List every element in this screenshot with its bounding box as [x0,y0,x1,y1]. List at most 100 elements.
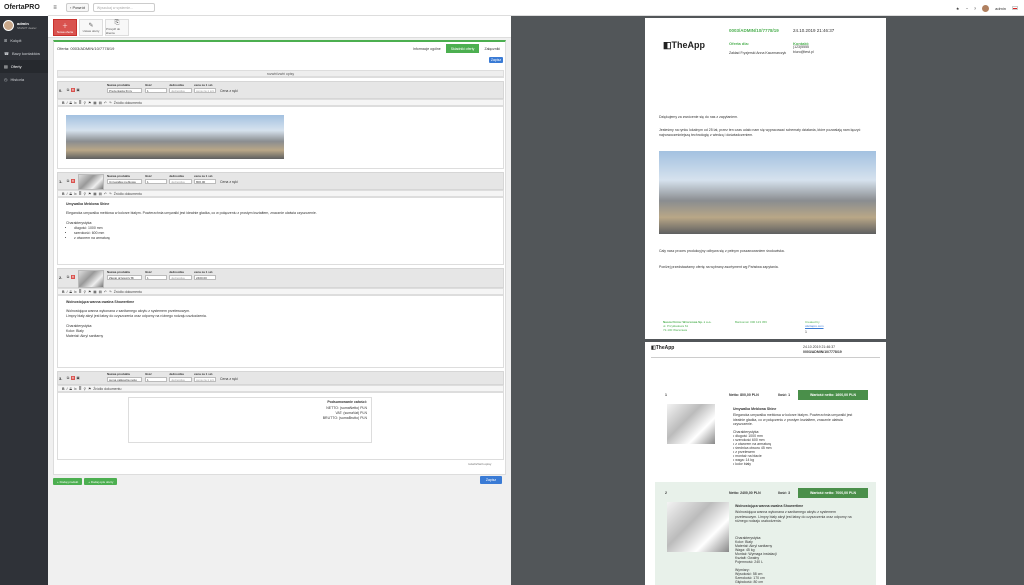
delete-icon[interactable]: ✕ [71,179,75,183]
image-insert-icon[interactable]: ▦ [93,101,96,105]
avatar[interactable] [982,4,990,12]
hand-price-toggle[interactable]: Cena z ręki [220,180,238,184]
table-icon[interactable]: ▤ [99,290,102,294]
back-button[interactable]: ‹ Powrót [66,3,89,12]
flag-icon[interactable]: ⚑ [88,192,91,196]
flag-icon[interactable]: ⚑ [88,290,91,294]
copy-icon[interactable]: ⧉ [66,275,70,279]
hand-price-toggle[interactable]: Cena z ręki [220,89,238,93]
clear-format-icon[interactable]: Ix [74,101,77,105]
link-icon[interactable]: ⚲ [84,387,87,391]
go-to-client-button[interactable]: ⎘ Przejdź do klienta [105,19,129,36]
redo-icon[interactable]: ↷ [109,290,112,294]
set-offers-button[interactable]: ✎ Ustaw oferty [79,19,103,36]
image-insert-icon[interactable]: ▦ [93,290,96,294]
sidebar-item-contacts[interactable]: ☎ Bazy kontaktów [0,47,48,60]
unit-input[interactable]: Jednostka [169,275,192,280]
link-icon[interactable]: ⚲ [84,192,87,196]
product-thumbnail[interactable] [78,174,104,190]
user-name[interactable]: admin [995,6,1006,11]
description-editor[interactable]: Wolnostojąca wanna owalna Showertime Wol… [57,295,504,368]
footer-link[interactable]: ofertapro.com [805,324,824,328]
bold-icon[interactable]: B [62,290,65,294]
delete-icon[interactable]: ✕ [71,88,75,92]
link-icon[interactable]: ⚲ [84,290,87,294]
flag-icon[interactable]: ⚑ [88,101,91,105]
search-input[interactable]: Wyszukaj w systemie... [92,3,155,12]
bell-icon[interactable]: ◔ [965,6,967,11]
redo-icon[interactable]: ↷ [109,192,112,196]
tab-components[interactable]: Składniki oferty [445,44,480,53]
clear-format-icon[interactable]: Ix [74,192,77,196]
pdf-preview-panel[interactable]: 0003/ADMIN/10/7778/19 24.10.2019 21:46:3… [511,16,1024,585]
expand-descriptions-toggle[interactable]: rozwiń/zwiń opisy [58,71,503,77]
bold-icon[interactable]: B [62,387,65,391]
summary-editor[interactable]: Podsumowanie całości: NETTO: (sumaNetto)… [57,392,504,460]
italic-icon[interactable]: I [67,192,68,196]
delete-icon[interactable]: ✕ [71,275,75,279]
product-name-input[interactable]: suma całkowita netto [107,377,142,382]
save-bottom-button[interactable]: Zapisz [480,476,502,484]
sidebar-item-kokpit[interactable]: ⊞ Kokpit [0,34,48,47]
copy-icon[interactable]: ⧉ [66,376,70,380]
strike-icon[interactable]: S [70,192,72,196]
hand-price-toggle[interactable]: Cena z ręki [220,377,238,381]
add-offer-description-button[interactable]: + Dodaj opis oferty [84,478,118,485]
tab-general[interactable]: Informacje ogólne [408,44,446,53]
product-thumbnail[interactable] [78,270,104,288]
redo-icon[interactable]: ↷ [109,101,112,105]
add-product-button[interactable]: + Dodaj produkt [53,478,83,485]
italic-icon[interactable]: I [67,101,68,105]
product-name-input[interactable]: Umywalka meblowa [107,179,142,184]
clear-format-icon[interactable]: Ix [74,387,77,391]
source-button[interactable]: Źródło dokumentu [114,290,142,294]
price-input[interactable]: cena za 1 szt. [194,377,216,382]
new-offer-button[interactable]: ＋ Nowa oferta [53,19,77,36]
clear-format-icon[interactable]: Ix [74,290,77,294]
undo-icon[interactable]: ↶ [104,290,107,294]
copy-icon[interactable]: ⧉ [66,179,70,183]
language-flag-icon[interactable] [1012,6,1018,10]
undo-icon[interactable]: ↶ [104,192,107,196]
product-name-input[interactable]: Prezentacja firmy [107,88,142,93]
product-name-input[interactable]: Zlecaj grzewczy Bi [107,275,142,280]
price-input[interactable]: 2400,00 [194,275,216,280]
strike-icon[interactable]: S [70,101,72,105]
copy-icon[interactable]: ⧉ [66,88,70,92]
table-icon[interactable]: ▤ [99,101,102,105]
qty-input[interactable]: 1 [145,88,167,93]
list-icon[interactable]: ≣ [79,387,82,391]
list-icon[interactable]: ≣ [79,290,82,294]
bold-icon[interactable]: B [62,101,65,105]
image-icon[interactable]: ▣ [76,376,80,380]
italic-icon[interactable]: I [67,387,68,391]
source-button[interactable]: Źródło dokumentu [114,101,142,105]
description-editor[interactable] [57,106,504,169]
price-input[interactable]: cena za 1 szt. [194,88,216,93]
flag-icon[interactable]: ⚑ [88,387,91,391]
strike-icon[interactable]: S [70,290,72,294]
save-button[interactable]: Zapisz [489,57,503,63]
sidebar-item-history[interactable]: ◷ Historia [0,73,48,86]
source-button[interactable]: Źródło dokumentu [114,192,142,196]
unit-input[interactable]: Jednostka [169,179,192,184]
list-icon[interactable]: ≣ [79,192,82,196]
link-icon[interactable]: ⚲ [84,101,87,105]
description-editor[interactable]: Umywalka Meblowa Shine Elegancka umywalk… [57,197,504,265]
tab-attachments[interactable]: Załączniki [479,44,505,53]
bold-icon[interactable]: B [62,192,65,196]
app-logo[interactable]: OfertaPRO [0,0,48,16]
strike-icon[interactable]: S [70,387,72,391]
menu-toggle-icon[interactable]: ≡ [50,3,60,13]
help-icon[interactable]: ? [974,6,976,11]
list-icon[interactable]: ≣ [79,101,82,105]
qty-input[interactable]: 1 [145,179,167,184]
star-icon[interactable]: ★ [956,6,960,11]
image-insert-icon[interactable]: ▦ [93,192,96,196]
qty-input[interactable]: 1 [145,377,167,382]
price-input[interactable]: 800,00 [194,179,216,184]
italic-icon[interactable]: I [67,290,68,294]
delete-icon[interactable]: ✕ [71,376,75,380]
qty-input[interactable]: 1 [145,275,167,280]
sidebar-item-offers[interactable]: ▤ Oferty [0,60,48,73]
